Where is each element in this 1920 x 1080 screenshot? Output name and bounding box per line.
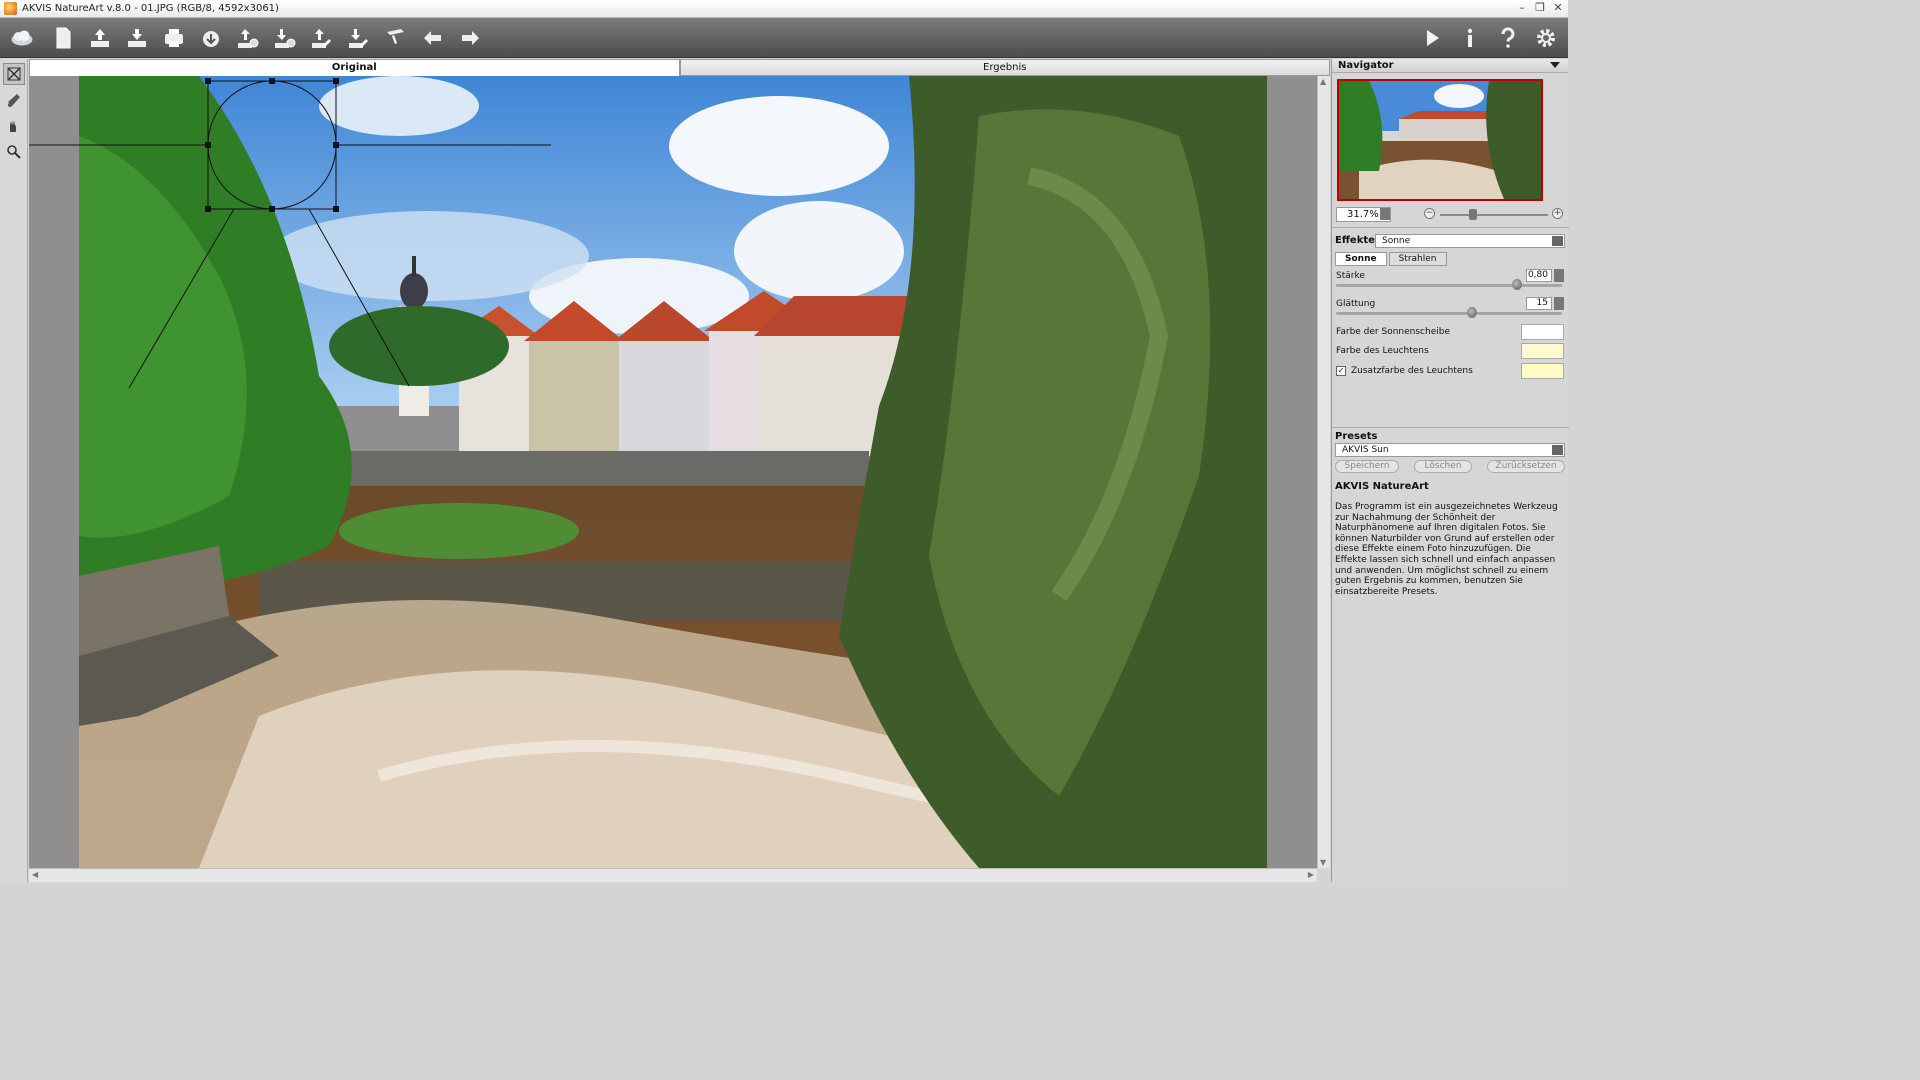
tab-result[interactable]: Ergebnis (679, 59, 1330, 76)
print-icon[interactable] (157, 21, 190, 54)
image-canvas[interactable] (29, 76, 1317, 868)
import-icon[interactable] (342, 21, 375, 54)
window-controls: – ❐ ✕ (1516, 1, 1564, 14)
tab-strahlen[interactable]: Strahlen (1388, 252, 1447, 266)
delete-preset-button[interactable]: Löschen (1414, 460, 1472, 473)
scroll-right-icon[interactable]: ▶ (1308, 870, 1314, 879)
zoom-slider-handle[interactable] (1469, 209, 1478, 220)
collapse-icon[interactable] (1550, 62, 1560, 68)
tool-palette (0, 59, 28, 882)
main-toolbar (0, 18, 1568, 58)
staerke-input[interactable]: 0,80 (1526, 269, 1552, 282)
scroll-down-icon[interactable]: ▼ (1320, 858, 1326, 867)
glaettung-slider[interactable] (1336, 312, 1562, 315)
sun-tool-icon[interactable] (3, 63, 25, 85)
glaettung-spinner-icon[interactable] (1554, 297, 1564, 310)
staerke-slider-handle[interactable] (1511, 279, 1522, 290)
navigator-preview[interactable] (1337, 79, 1543, 201)
color-row-sonnenscheibe: Farbe der Sonnenscheibe (1336, 324, 1564, 342)
tab-sonne[interactable]: Sonne (1335, 252, 1387, 266)
hand-tool-icon[interactable] (3, 115, 25, 137)
effect-subtabs: Sonne Strahlen (1335, 252, 1447, 266)
zusatz-color-swatch[interactable] (1521, 363, 1564, 379)
chevron-down-icon (1552, 236, 1563, 246)
navigator-header[interactable]: Navigator (1332, 59, 1568, 73)
logo-icon[interactable] (2, 21, 42, 54)
scroll-up-icon[interactable]: ▲ (1320, 77, 1326, 86)
zusatz-checkbox[interactable]: ✓ (1336, 366, 1346, 376)
glaettung-label: Glättung (1336, 299, 1376, 309)
help-icon[interactable] (1491, 21, 1524, 54)
tab-original[interactable]: Original (29, 59, 680, 76)
zoom-tool-icon[interactable] (3, 141, 25, 163)
navigator-title: Navigator (1338, 60, 1394, 71)
effects-select[interactable]: Sonne (1375, 234, 1565, 248)
preset-buttons: Speichern Löschen Zurücksetzen (1335, 460, 1565, 473)
param-staerke: Stärke 0,80 (1336, 269, 1564, 295)
zoom-dropdown-icon[interactable] (1380, 208, 1390, 220)
zusatz-label: Zusatzfarbe des Leuchtens (1351, 366, 1473, 376)
chevron-down-icon (1552, 445, 1563, 455)
brush-tool-icon[interactable] (3, 89, 25, 111)
zoom-in-icon[interactable]: + (1552, 208, 1563, 219)
new-file-icon[interactable] (46, 21, 79, 54)
save-icon[interactable] (120, 21, 153, 54)
export-icon[interactable] (305, 21, 338, 54)
open-icon[interactable] (83, 21, 116, 54)
close-button[interactable]: ✕ (1552, 1, 1564, 14)
run-icon[interactable] (1415, 21, 1448, 54)
color-row-zusatz: ✓ Zusatzfarbe des Leuchtens (1336, 363, 1564, 381)
photo-image (79, 76, 1267, 868)
zoom-slider[interactable] (1440, 214, 1548, 216)
sonnenscheibe-color-swatch[interactable] (1521, 324, 1564, 340)
view-tabs: Original Ergebnis (29, 59, 1330, 76)
save-settings-icon[interactable] (268, 21, 301, 54)
staerke-spinner-icon[interactable] (1554, 269, 1564, 282)
effects-row: Effekte: Sonne (1335, 234, 1565, 249)
zoom-out-icon[interactable]: − (1424, 208, 1435, 219)
save-preset-button[interactable]: Speichern (1335, 460, 1399, 473)
leuchtens-label: Farbe des Leuchtens (1336, 346, 1429, 356)
effects-selected: Sonne (1382, 236, 1411, 246)
effects-label: Effekte: (1335, 235, 1379, 246)
undo-icon[interactable] (416, 21, 449, 54)
info-icon[interactable] (1453, 21, 1486, 54)
load-settings-icon[interactable] (231, 21, 264, 54)
sonnenscheibe-label: Farbe der Sonnenscheibe (1336, 327, 1450, 337)
batch-icon[interactable] (194, 21, 227, 54)
color-row-leuchtens: Farbe des Leuchtens (1336, 343, 1564, 361)
vertical-scrollbar[interactable]: ▲ ▼ (1317, 76, 1330, 868)
info-text: Das Programm ist ein ausgezeichnetes Wer… (1335, 502, 1558, 597)
glaettung-input[interactable]: 15 (1526, 297, 1552, 310)
window-title: AKVIS NatureArt v.8.0 - 01.JPG (RGB/8, 4… (22, 3, 279, 14)
horizontal-scrollbar[interactable]: ◀ ▶ (29, 868, 1317, 882)
scroll-left-icon[interactable]: ◀ (32, 870, 38, 879)
glaettung-slider-handle[interactable] (1466, 307, 1477, 318)
settings-panel: Navigator 31.7% − + Effekte: Sonne Sonne (1331, 59, 1569, 882)
reset-preset-button[interactable]: Zurücksetzen (1487, 460, 1565, 473)
brush-icon[interactable] (379, 21, 412, 54)
zoom-controls: 31.7% − + (1336, 207, 1564, 223)
title-bar: AKVIS NatureArt v.8.0 - 01.JPG (RGB/8, 4… (0, 0, 1568, 18)
app-logo-icon (4, 2, 17, 15)
presets-select[interactable]: AKVIS Sun (1335, 443, 1565, 457)
minimize-button[interactable]: – (1516, 1, 1528, 14)
presets-selected: AKVIS Sun (1342, 445, 1389, 455)
settings-icon[interactable] (1529, 21, 1562, 54)
redo-icon[interactable] (453, 21, 486, 54)
maximize-button[interactable]: ❐ (1534, 1, 1546, 14)
staerke-slider[interactable] (1336, 284, 1562, 287)
param-glaettung: Glättung 15 (1336, 297, 1564, 323)
info-title: AKVIS NatureArt (1335, 481, 1429, 492)
leuchtens-color-swatch[interactable] (1521, 343, 1564, 359)
staerke-label: Stärke (1336, 271, 1365, 281)
presets-title: Presets (1335, 431, 1378, 442)
